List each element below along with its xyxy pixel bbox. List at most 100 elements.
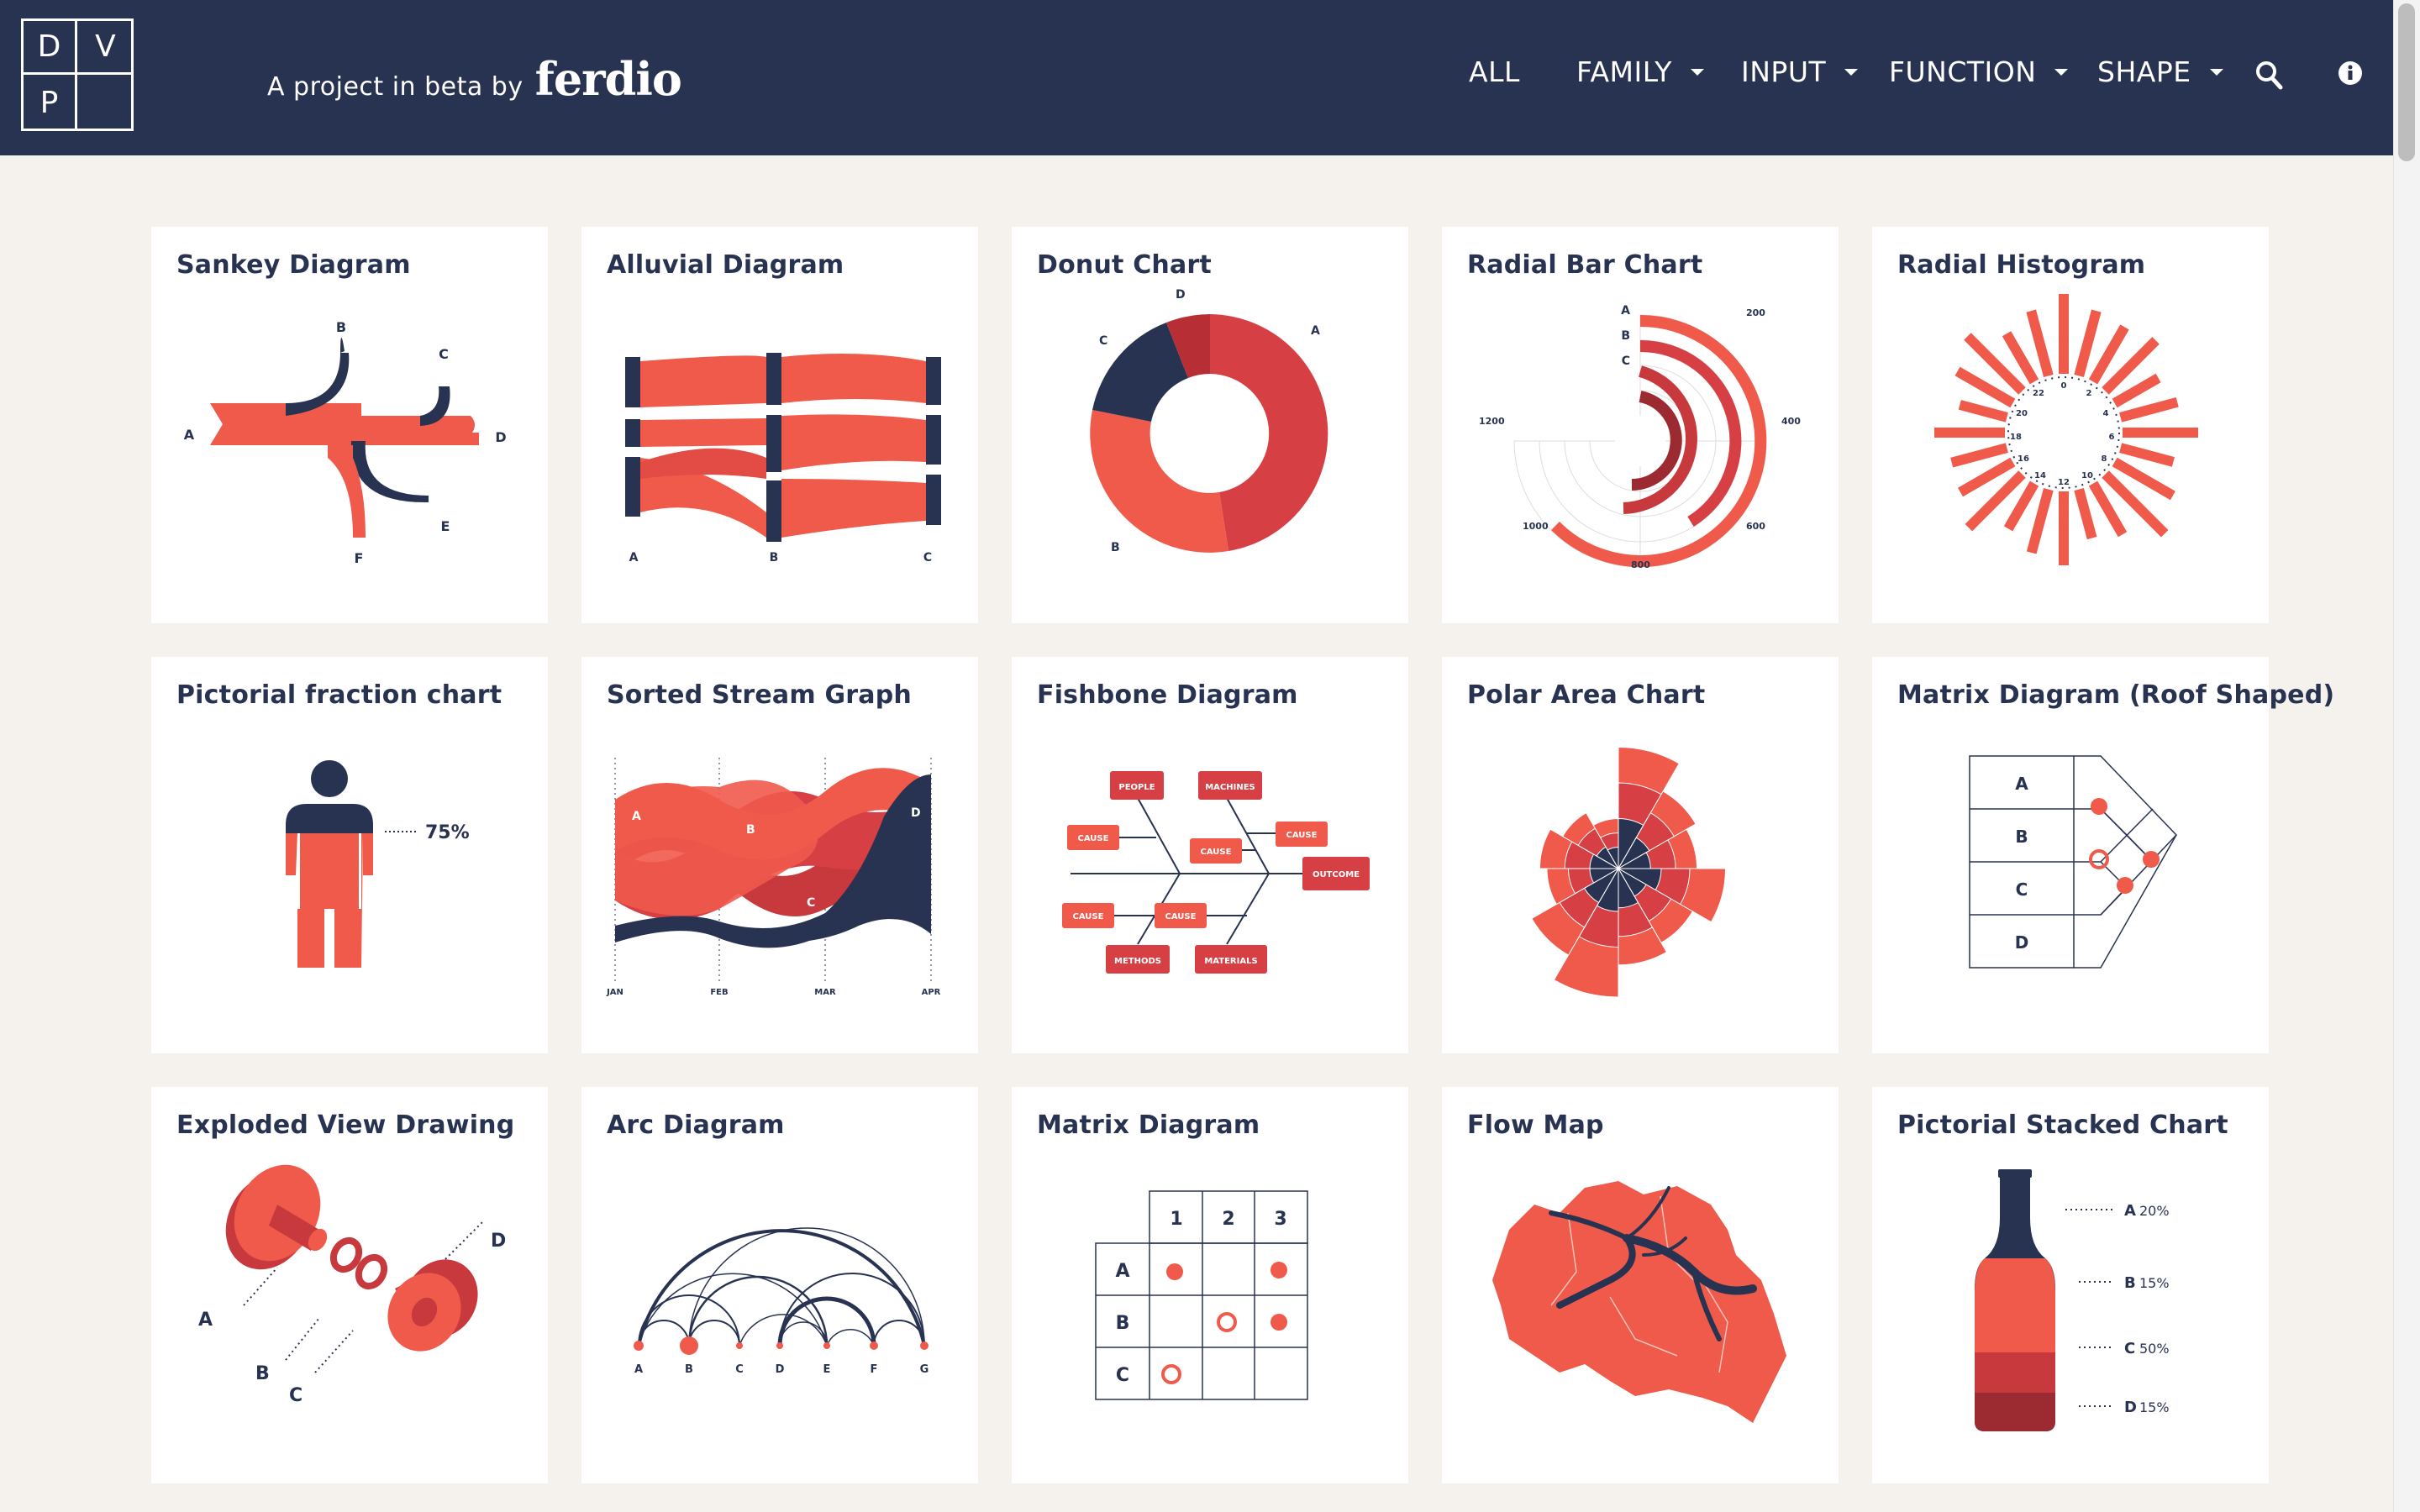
fishbone-box-cause-4: CAUSE bbox=[1073, 912, 1104, 921]
stacked-d-pct: 15% bbox=[2139, 1399, 2170, 1415]
matrix-row-c: C bbox=[1116, 1365, 1129, 1386]
card-alluvial-diagram[interactable]: Alluvial Diagram A B C bbox=[581, 227, 978, 623]
nav-function-label: FUNCTION bbox=[1889, 55, 2037, 88]
card-radial-bar-chart[interactable]: Radial Bar Chart A B C 200 400 600 800 1… bbox=[1442, 227, 1839, 623]
card-matrix-diagram[interactable]: Matrix Diagram 1 2 3 A B C bbox=[1012, 1087, 1408, 1483]
alluvial-thumbnail: A B C bbox=[625, 353, 941, 564]
sankey-label-a: A bbox=[184, 427, 195, 443]
radial-bar-tick-1000: 1000 bbox=[1523, 521, 1549, 532]
radial-bar-thumbnail: A B C 200 400 600 800 1000 1200 bbox=[1479, 304, 1801, 570]
card-pictorial-fraction-chart[interactable]: Pictorial fraction chart 75% bbox=[151, 657, 548, 1053]
card-pictorial-stacked-chart[interactable]: Pictorial Stacked Chart A 20% B 15% C 50… bbox=[1872, 1087, 2269, 1483]
fishbone-box-cause-5: CAUSE bbox=[1165, 912, 1197, 921]
rh-tick-18: 18 bbox=[2010, 433, 2022, 442]
nav-family-label: FAMILY bbox=[1576, 55, 1672, 88]
matrix-row-a: A bbox=[1115, 1261, 1129, 1282]
rh-tick-16: 16 bbox=[2018, 454, 2029, 464]
radial-histogram-bar bbox=[2059, 294, 2069, 374]
alluvial-label-a: A bbox=[629, 551, 639, 564]
card-sankey-diagram[interactable]: Sankey Diagram B C A D E F bbox=[151, 227, 548, 623]
scrollbar-track[interactable] bbox=[2393, 0, 2420, 1512]
sankey-label-c: C bbox=[439, 346, 449, 362]
radial-histogram-bar bbox=[2059, 491, 2069, 565]
chevron-down-icon bbox=[1690, 68, 1704, 76]
card-donut-chart[interactable]: Donut Chart A B C D bbox=[1012, 227, 1408, 623]
nav-input-label: INPUT bbox=[1741, 55, 1827, 88]
pictorial-stacked-thumbnail: A 20% B 15% C 50% D 15% bbox=[1975, 1169, 2170, 1431]
site-header: D V P A project in beta by ferdio ALL FA… bbox=[0, 0, 2393, 155]
radial-bar-label-a: A bbox=[1621, 304, 1630, 318]
radial-histogram-bar bbox=[1958, 400, 2008, 423]
rh-tick-8: 8 bbox=[2102, 454, 2107, 464]
card-flow-map[interactable]: Flow Map bbox=[1442, 1087, 1839, 1483]
logo-letter-v: V bbox=[77, 21, 134, 75]
stacked-a-pct: 20% bbox=[2139, 1203, 2170, 1219]
ferdio-link[interactable]: ferdio bbox=[535, 52, 682, 106]
matrix-col-2: 2 bbox=[1222, 1209, 1234, 1230]
arc-label-f: F bbox=[871, 1363, 878, 1376]
radial-histogram-bar bbox=[2102, 470, 2169, 538]
logo-letter-d: D bbox=[24, 21, 77, 75]
scrollbar-thumb[interactable] bbox=[2398, 3, 2415, 161]
search-icon[interactable] bbox=[2255, 60, 2284, 91]
arc-label-e: E bbox=[823, 1363, 831, 1376]
rh-tick-0: 0 bbox=[2061, 381, 2067, 391]
fishbone-box-cause-1: CAUSE bbox=[1078, 834, 1109, 843]
fishbone-box-people: PEOPLE bbox=[1118, 783, 1155, 792]
tagline-text: A project in beta by bbox=[267, 72, 523, 102]
logo-letter-p: P bbox=[24, 75, 77, 131]
radial-histogram-thumbnail: 0 2 4 6 8 10 12 14 16 18 20 22 bbox=[1934, 294, 2198, 565]
matrix-row-b: B bbox=[1116, 1313, 1130, 1334]
sankey-thumbnail: B C A D E F bbox=[184, 319, 507, 566]
radial-bar-tick-200: 200 bbox=[1746, 307, 1765, 318]
dvp-logo[interactable]: D V P bbox=[21, 18, 134, 131]
nav-input[interactable]: INPUT bbox=[1741, 55, 1859, 88]
card-fishbone-diagram[interactable]: Fishbone Diagram PEOPLE MACHINES CAUSE C… bbox=[1012, 657, 1408, 1053]
arc-diagram-thumbnail: A B C D E F G bbox=[634, 1227, 929, 1376]
stream-label-b: B bbox=[746, 823, 755, 837]
card-radial-histogram[interactable]: Radial Histogram 0 2 4 6 8 10 12 14 16 1… bbox=[1872, 227, 2269, 623]
card-exploded-view-drawing[interactable]: Exploded View Drawing A B C D bbox=[151, 1087, 548, 1483]
nav-family[interactable]: FAMILY bbox=[1576, 55, 1704, 88]
chevron-down-icon bbox=[1844, 68, 1859, 76]
stream-month-apr: APR bbox=[922, 988, 941, 997]
exploded-label-c: C bbox=[289, 1385, 302, 1406]
fishbone-box-materials: MATERIALS bbox=[1204, 957, 1257, 966]
matrix-col-1: 1 bbox=[1170, 1209, 1182, 1230]
arc-label-b: B bbox=[685, 1363, 693, 1376]
matrix-roof-thumbnail: A B C D bbox=[1969, 755, 2178, 969]
stacked-a-letter: A bbox=[2124, 1202, 2136, 1220]
card-sorted-stream-graph[interactable]: Sorted Stream Graph A B C D JAN FEB MAR … bbox=[581, 657, 978, 1053]
fishbone-box-outcome: OUTCOME bbox=[1313, 870, 1360, 879]
radial-histogram-bar bbox=[2074, 488, 2097, 540]
nav-function[interactable]: FUNCTION bbox=[1889, 55, 2069, 88]
card-polar-area-chart[interactable]: Polar Area Chart bbox=[1442, 657, 1839, 1053]
chevron-down-icon bbox=[2054, 68, 2069, 76]
pictorial-fraction-thumbnail: 75% bbox=[286, 760, 470, 968]
radial-bar-tick-400: 400 bbox=[1781, 416, 1801, 427]
flow-map-thumbnail bbox=[1492, 1181, 1786, 1423]
card-arc-diagram[interactable]: Arc Diagram A B C D E F G bbox=[581, 1087, 978, 1483]
exploded-label-a: A bbox=[198, 1310, 213, 1331]
nav-shape-label: SHAPE bbox=[2097, 55, 2191, 88]
roof-label-a: A bbox=[2015, 774, 2028, 794]
sankey-label-e: E bbox=[441, 518, 450, 534]
rh-tick-2: 2 bbox=[2086, 389, 2092, 398]
stream-month-jan: JAN bbox=[606, 988, 623, 997]
fishbone-thumbnail: PEOPLE MACHINES CAUSE CAUSE CAUSE OUTCOM… bbox=[1062, 771, 1370, 974]
rh-tick-22: 22 bbox=[2033, 389, 2044, 398]
exploded-label-b: B bbox=[255, 1363, 270, 1384]
nav-shape[interactable]: SHAPE bbox=[2097, 55, 2223, 88]
info-icon[interactable] bbox=[2338, 60, 2363, 86]
nav-all-label: ALL bbox=[1469, 55, 1520, 88]
donut-label-c: C bbox=[1099, 334, 1107, 348]
donut-thumbnail: A B C D bbox=[1090, 288, 1328, 554]
matrix-thumbnail: 1 2 3 A B C bbox=[1095, 1190, 1308, 1400]
nav-all[interactable]: ALL bbox=[1469, 55, 1520, 88]
stacked-b-letter: B bbox=[2124, 1274, 2136, 1292]
card-matrix-diagram-roof-shaped[interactable]: Matrix Diagram (Roof Shaped) A B C D bbox=[1872, 657, 2334, 1053]
rh-tick-14: 14 bbox=[2034, 471, 2046, 480]
stacked-b-pct: 15% bbox=[2139, 1275, 2170, 1291]
chevron-down-icon bbox=[2209, 68, 2223, 76]
donut-label-a: A bbox=[1311, 324, 1320, 338]
